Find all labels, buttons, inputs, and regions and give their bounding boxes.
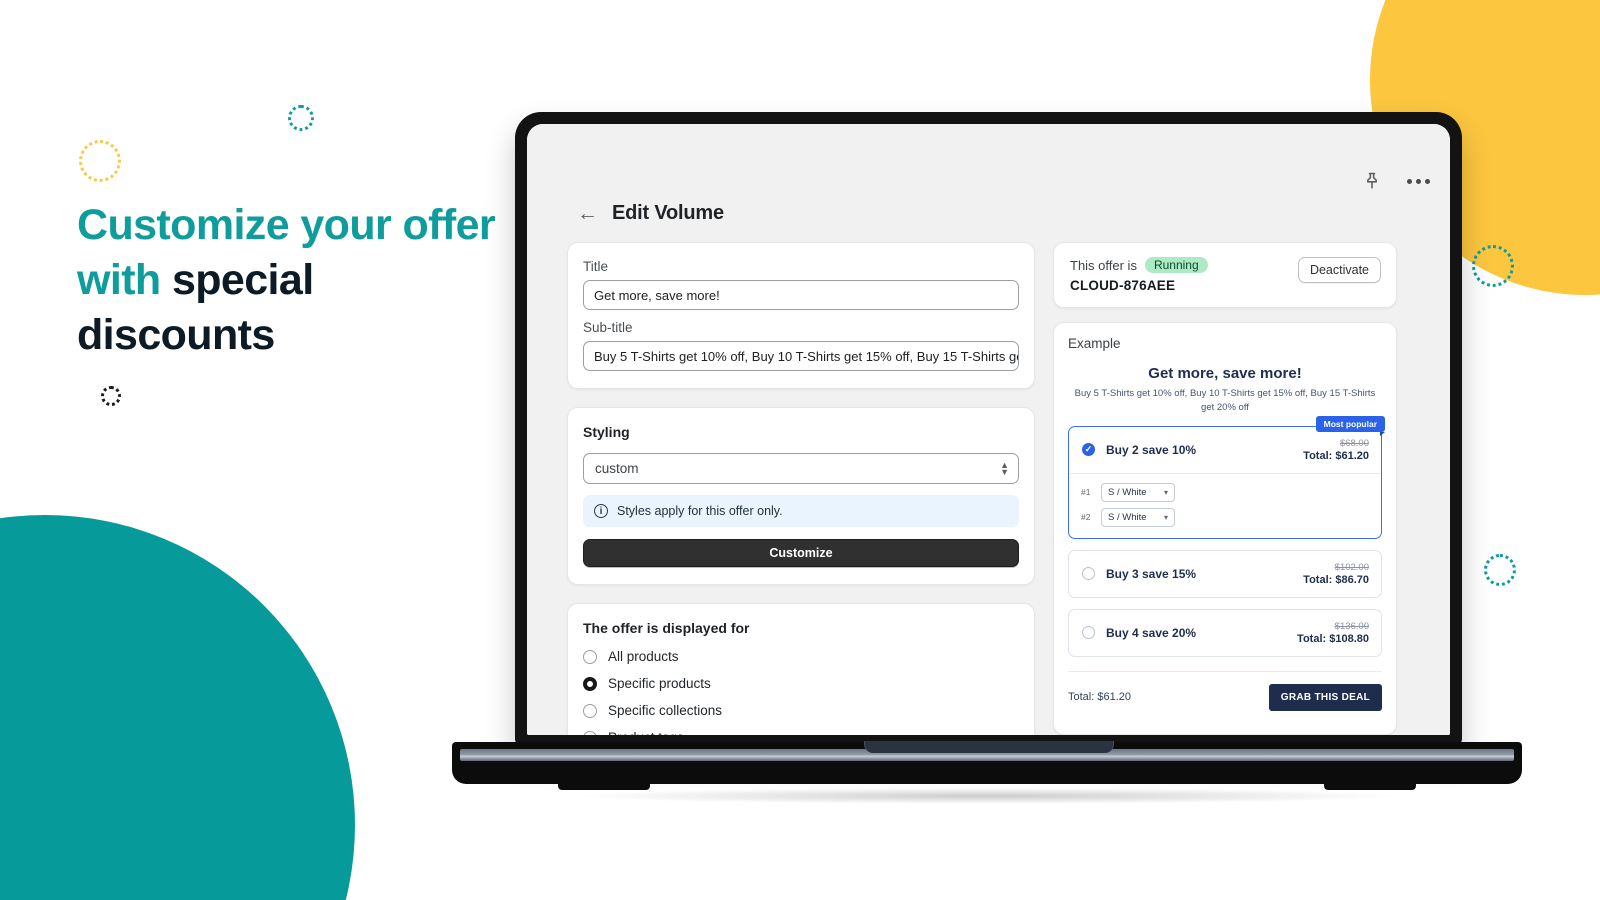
variant-row-2: #2 S / White ▾ <box>1081 507 1369 527</box>
preview-tier-2-left: Buy 3 save 15% <box>1082 567 1196 581</box>
title-label: Title <box>583 259 609 274</box>
app-window: ← Edit Volume Title Get more, save more!… <box>527 124 1450 735</box>
left-column: Title Get more, save more! Sub-title Buy… <box>567 242 1035 735</box>
radio-icon <box>583 649 597 664</box>
preview-tier-1-prices: $68.00 Total: $61.20 <box>1303 438 1369 462</box>
right-column: This offer is Running CLOUD-876AEE Deact… <box>1053 242 1397 735</box>
preview-tier-1[interactable]: Most popular ✓ Buy 2 save 10% $68.00 Tot… <box>1068 415 1386 539</box>
preview-tier-3-total: Total: $108.80 <box>1297 632 1369 645</box>
radio-icon <box>1082 567 1095 581</box>
title-input[interactable]: Get more, save more! <box>583 280 1019 310</box>
variant-select-1-value: S / White <box>1108 486 1147 498</box>
status-prefix: This offer is <box>1070 257 1137 273</box>
laptop-mockup: ← Edit Volume Title Get more, save more!… <box>452 112 1522 804</box>
dotted-circle-black-icon <box>101 386 121 406</box>
styling-card: Styling custom ▲ ▼ i Styles apply for thi… <box>567 407 1035 585</box>
radio-label: All products <box>608 649 679 664</box>
radio-label: Specific products <box>608 676 711 691</box>
preview-tier-2-prices: $102.00 Total: $86.70 <box>1303 562 1369 586</box>
preview-tier-3[interactable]: Buy 4 save 20% $136.00 Total: $108.80 <box>1068 608 1382 657</box>
laptop-notch <box>864 741 1114 753</box>
preview-tier-1-main: ✓ Buy 2 save 10% $68.00 Total: $61.20 <box>1069 427 1381 473</box>
preview-title: Get more, save more! <box>1148 365 1302 382</box>
radio-option-all-products[interactable]: All products <box>583 649 1019 664</box>
preview-tier-1-old-price: $68.00 <box>1339 437 1369 449</box>
variant-number: #2 <box>1081 512 1091 523</box>
variant-row-1: #1 S / White ▾ <box>1081 482 1369 502</box>
poster-canvas: Customize your offer with special discou… <box>0 0 1600 900</box>
laptop-lid: ← Edit Volume Title Get more, save more!… <box>515 112 1462 745</box>
teal-circle-decoration <box>0 515 355 900</box>
preview-footer: Total: $61.20 GRAB THIS DEAL <box>1068 670 1382 711</box>
styling-info-banner: i Styles apply for this offer only. <box>583 495 1019 527</box>
preview-tier-3-left: Buy 4 save 20% <box>1082 626 1196 640</box>
radio-option-specific-collections[interactable]: Specific collections <box>583 703 1019 718</box>
page-title: Edit Volume <box>612 202 724 224</box>
more-horizontal-icon[interactable] <box>1407 178 1430 184</box>
chevron-down-icon: ▾ <box>1163 487 1168 497</box>
laptop-screen: ← Edit Volume Title Get more, save more!… <box>527 124 1450 735</box>
offer-status-card: This offer is Running CLOUD-876AEE Deact… <box>1053 242 1397 308</box>
variant-select-1[interactable]: S / White ▾ <box>1101 482 1175 502</box>
page-header: ← Edit Volume <box>577 202 724 225</box>
dotted-circle-yellow-icon <box>79 140 121 182</box>
radio-icon <box>1082 626 1095 640</box>
preview-tier-2[interactable]: Buy 3 save 15% $102.00 Total: $86.70 <box>1068 549 1382 598</box>
radio-label: Product tags <box>608 730 684 735</box>
page-columns: Title Get more, save more! Sub-title Buy… <box>567 242 1432 735</box>
preview-tier-2-total: Total: $86.70 <box>1303 573 1369 586</box>
subtitle-label: Sub-title <box>583 320 633 335</box>
example-preview-card: Example Get more, save more! Buy 5 T-Shi… <box>1053 322 1397 735</box>
preview-tier-1-total: Total: $61.20 <box>1303 449 1369 462</box>
radio-icon <box>583 730 597 735</box>
pushpin-icon[interactable] <box>1359 168 1385 194</box>
radio-option-product-tags[interactable]: Product tags <box>583 730 1019 735</box>
most-popular-ribbon: Most popular <box>1315 415 1386 436</box>
hero-headline: Customize your offer with special discou… <box>77 198 507 363</box>
preview-tier-3-main: Buy 4 save 20% $136.00 Total: $108.80 <box>1069 610 1381 656</box>
preview-tier-2-main: Buy 3 save 15% $102.00 Total: $86.70 <box>1069 551 1381 597</box>
display-heading: The offer is displayed for <box>583 620 750 636</box>
display-for-card: The offer is displayed for All products … <box>567 603 1035 735</box>
styling-select-value: custom <box>595 461 639 476</box>
offer-code: CLOUD-876AEE <box>1070 278 1176 293</box>
deactivate-button[interactable]: Deactivate <box>1297 257 1381 283</box>
offer-status-text-group: This offer is Running CLOUD-876AEE <box>1070 257 1208 293</box>
radio-icon-selected <box>583 676 597 691</box>
variant-select-2[interactable]: S / White ▾ <box>1101 507 1175 527</box>
styling-select[interactable]: custom ▲ ▼ <box>583 453 1019 484</box>
status-badge: Running <box>1144 257 1208 273</box>
radio-icon <box>583 703 597 718</box>
preview-tier-2-old-price: $102.00 <box>1334 561 1369 573</box>
styling-heading: Styling <box>583 424 630 440</box>
preview-tier-3-old-price: $136.00 <box>1334 620 1369 632</box>
radio-label: Specific collections <box>608 703 723 718</box>
subtitle-input[interactable]: Buy 5 T-Shirts get 10% off, Buy 10 T-Shi… <box>583 341 1019 371</box>
preview-tier-2-name: Buy 3 save 15% <box>1106 566 1197 581</box>
preview-footer-total: Total: $61.20 <box>1068 691 1131 704</box>
variant-number: #1 <box>1081 487 1091 498</box>
variant-select-2-value: S / White <box>1108 511 1147 523</box>
chevron-updown-icon: ▲ ▼ <box>1000 459 1009 477</box>
grab-this-deal-button[interactable]: GRAB THIS DEAL <box>1268 683 1382 711</box>
preview-tier-3-name: Buy 4 save 20% <box>1106 625 1197 640</box>
preview-tier-1-variants: #1 S / White ▾ #2 S / White ▾ <box>1069 472 1381 538</box>
example-label: Example <box>1068 336 1121 351</box>
preview-tier-1-name: Buy 2 save 10% <box>1106 442 1197 457</box>
preview-tier-1-left: ✓ Buy 2 save 10% <box>1082 443 1196 457</box>
status-line: This offer is Running <box>1070 257 1208 273</box>
back-arrow-icon[interactable]: ← <box>577 203 598 224</box>
radio-option-specific-products[interactable]: Specific products <box>583 676 1019 691</box>
preview-tier-3-prices: $136.00 Total: $108.80 <box>1297 621 1369 645</box>
info-icon: i <box>594 504 608 518</box>
styling-info-text: Styles apply for this offer only. <box>617 504 783 518</box>
check-icon: ✓ <box>1082 443 1095 457</box>
title-card: Title Get more, save more! Sub-title Buy… <box>567 242 1035 389</box>
customize-button[interactable]: Customize <box>583 539 1019 567</box>
dotted-circle-teal-top-icon <box>288 105 314 131</box>
app-topbar <box>1359 168 1430 194</box>
preview-subtitle: Buy 5 T-Shirts get 10% off, Buy 10 T-Shi… <box>1074 388 1376 413</box>
chevron-down-icon: ▾ <box>1163 512 1168 522</box>
laptop-shadow <box>572 788 1402 804</box>
